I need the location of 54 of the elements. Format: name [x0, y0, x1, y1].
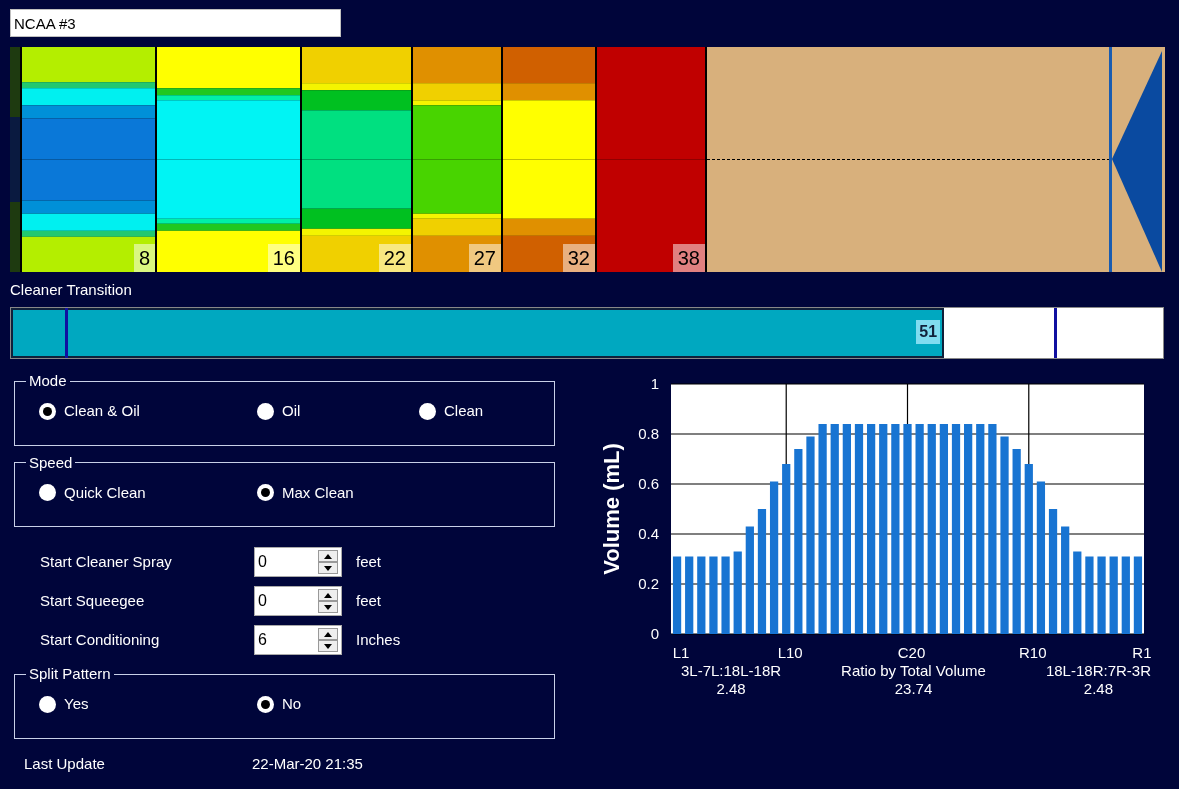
end-marker [1054, 308, 1057, 358]
y-tick-label: 0.8 [638, 425, 659, 442]
distance-label: 27 [468, 244, 501, 272]
radio-button[interactable] [419, 402, 436, 420]
distance-label: 32 [562, 244, 595, 272]
group-title: Mode [28, 372, 68, 390]
distance-label: 38 [672, 244, 705, 272]
ratio-label: 18L-18R:7R-3R [1045, 662, 1151, 680]
progress-reading: 51 [916, 320, 941, 344]
radio-button[interactable] [39, 484, 56, 502]
ratio-label: 3L-7L:18L-18R [681, 662, 782, 680]
y-tick-label: 0.2 [638, 575, 659, 592]
radio-option[interactable]: Clean [419, 400, 519, 423]
pattern-name-field[interactable]: NCAA #3 [10, 9, 341, 37]
setting-label: Start Squeegee [40, 590, 146, 611]
section-label: Cleaner Transition [10, 281, 133, 299]
last-update-label: Last Update [24, 753, 106, 774]
x-tick-label: L1 [672, 644, 690, 661]
radio-option[interactable]: Max Clean [257, 481, 457, 504]
distance-label: 22 [378, 244, 411, 272]
y-tick-label: 1 [650, 375, 659, 392]
radio-option[interactable]: Clean & Oil [39, 400, 257, 423]
setting-label: Start Conditioning [40, 629, 161, 650]
radio-option[interactable]: Oil [257, 400, 419, 423]
ratio-label: Ratio by Total Volume [841, 662, 986, 680]
unit-label: Inches [356, 629, 401, 650]
radio-button[interactable] [257, 695, 274, 713]
radio-button[interactable] [257, 402, 274, 420]
y-tick-label: 0.4 [638, 525, 659, 542]
radio-option[interactable]: Quick Clean [39, 481, 257, 504]
x-tick-label: C20 [897, 644, 926, 661]
group-title: Split Pattern [28, 665, 112, 683]
radio-button[interactable] [39, 402, 56, 420]
radio-button[interactable] [257, 484, 274, 502]
ratio-value: 2.48 [716, 680, 746, 698]
setting-label: Start Cleaner Spray [40, 551, 173, 572]
y-tick-label: 0.6 [638, 475, 659, 492]
radio-button[interactable] [39, 695, 56, 713]
group-title: Speed [28, 453, 74, 472]
ratio-value: 23.74 [894, 680, 933, 698]
x-tick-label: R1 [1132, 644, 1152, 661]
y-tick-label: 0 [650, 625, 659, 642]
ratio-value: 2.48 [1083, 680, 1114, 698]
start-marker [65, 308, 68, 358]
unit-label: feet [356, 590, 382, 611]
x-tick-label: R10 [1019, 644, 1047, 661]
last-update-value: 22-Mar-20 21:35 [252, 753, 363, 774]
radio-option[interactable]: Yes [39, 693, 257, 716]
unit-label: feet [356, 551, 382, 572]
distance-label: 8 [133, 244, 155, 272]
radio-option[interactable]: No [257, 693, 457, 716]
y-axis-title: Volume (mL) [599, 443, 624, 575]
distance-label: 16 [267, 244, 300, 272]
x-tick-label: L10 [777, 644, 803, 661]
